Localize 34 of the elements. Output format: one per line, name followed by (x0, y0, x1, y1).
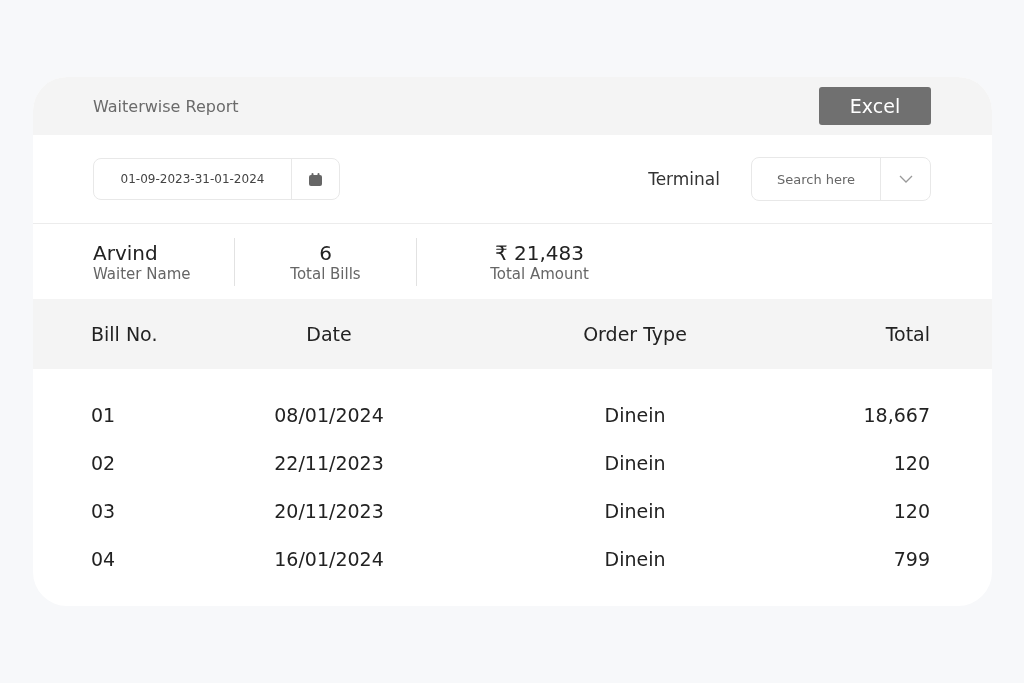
calendar-icon (308, 171, 323, 187)
summary-value: 6 (319, 240, 332, 265)
table-cell-text: 120 (892, 500, 930, 522)
table-cell-text: 22/11/2023 (273, 452, 385, 474)
terminal-label: Terminal (648, 169, 720, 189)
table-cell-text: Dinein (603, 500, 667, 522)
date-range-value: 01-09-2023-31-01-2024 (94, 159, 292, 199)
column-header: Total (884, 323, 930, 345)
table-cell-text: Dinein (603, 452, 667, 474)
table-cell-text: 08/01/2024 (273, 404, 385, 426)
date-range-field[interactable]: 01-09-2023-31-01-2024 (93, 158, 340, 200)
table-cell-text: 799 (892, 548, 930, 570)
table-cell-text: Dinein (603, 548, 667, 570)
column-header: Date (305, 323, 353, 345)
summary-label: Waiter Name (93, 264, 191, 283)
column-header: Bill No. (91, 323, 159, 345)
table-cell-text: 03 (91, 500, 117, 522)
table-cell-text: 02 (91, 452, 117, 474)
summary-label: Total Bills (290, 264, 361, 283)
table-cell-text: 04 (91, 548, 117, 570)
summary-label: Total Amount (490, 264, 589, 283)
table-cell-text: 120 (892, 452, 930, 474)
chevron-down-icon (898, 175, 913, 183)
column-header: Order Type (582, 323, 688, 345)
table-cell-text: 01 (91, 404, 117, 426)
terminal-select[interactable]: Search here (751, 157, 931, 201)
report-title: Waiterwise Report (93, 96, 239, 116)
table-cell-text: 16/01/2024 (273, 548, 385, 570)
table-cell-text: Dinein (603, 404, 667, 426)
table-cell-text: 20/11/2023 (273, 500, 385, 522)
summary-value: ₹ 21,483 (494, 240, 585, 265)
table-cell-text: 18,667 (862, 404, 930, 426)
summary-value: Arvind (93, 240, 158, 265)
excel-button[interactable]: Excel (819, 86, 931, 125)
